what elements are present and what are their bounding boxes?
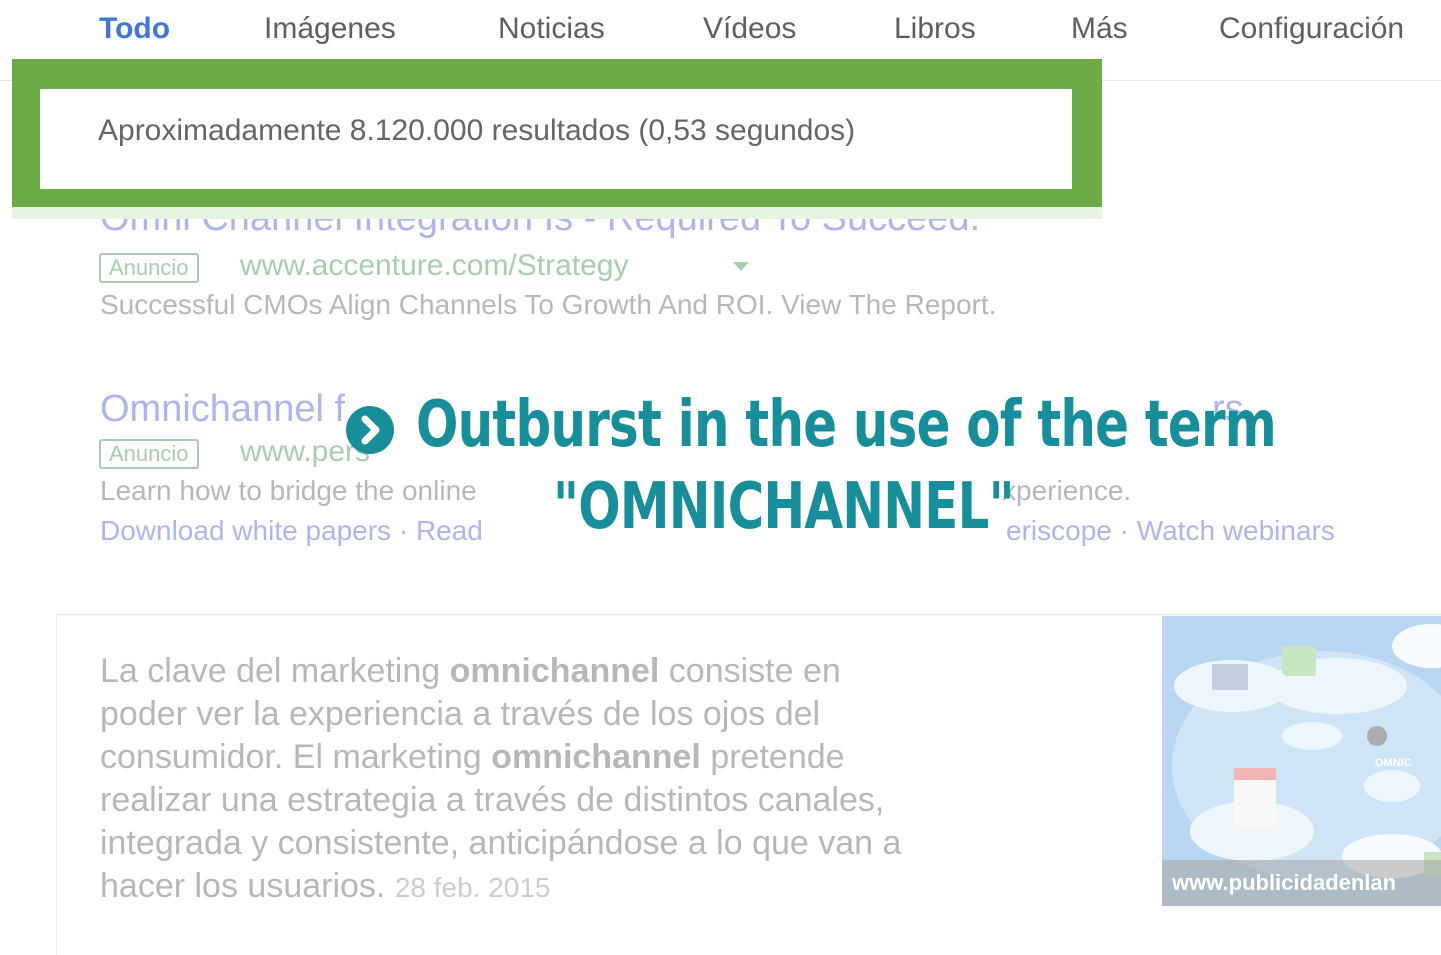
snippet-line: realizar una estrategia a través de dist… bbox=[100, 779, 1120, 822]
tab-mas[interactable]: Más bbox=[1071, 12, 1128, 46]
snippet-text-run: realizar una estrategia a través de dist… bbox=[100, 781, 885, 819]
tab-libros[interactable]: Libros bbox=[894, 12, 976, 46]
ad-description: Learn how to bridge the online bbox=[100, 475, 477, 506]
snippet-text-run: integrada y consistente, anticipándose a… bbox=[100, 824, 902, 862]
snippet-keyword: omnichannel bbox=[491, 738, 701, 776]
image-label: OMNIC bbox=[1375, 757, 1412, 769]
snippet-keyword: omnichannel bbox=[449, 652, 660, 690]
tab-noticias[interactable]: Noticias bbox=[498, 12, 605, 46]
ad-url[interactable]: www.accenture.com/Strategy bbox=[240, 249, 629, 283]
snippet-text-run: La clave del marketing bbox=[100, 652, 450, 690]
ad-title[interactable]: Omnichannel f bbox=[100, 388, 345, 431]
overlay-headline-line2: "OMNICHANNEL" bbox=[553, 470, 1015, 544]
snippet-line: poder ver la experiencia a través de los… bbox=[100, 693, 1120, 736]
snippet-text-run: consiste en bbox=[659, 652, 841, 690]
snippet-text-run: hacer los usuarios. bbox=[100, 867, 395, 905]
snippet-thumbnail[interactable]: OMNIC www.publicidadenlan bbox=[1162, 616, 1441, 906]
snippet-text: La clave del marketing omnichannel consi… bbox=[100, 650, 1120, 909]
tab-imagenes[interactable]: Imágenes bbox=[264, 12, 396, 46]
ad-badge: Anuncio bbox=[99, 253, 199, 283]
image-caption: www.publicidadenlan bbox=[1162, 860, 1441, 906]
tab-videos[interactable]: Vídeos bbox=[703, 12, 796, 46]
tab-configuracion[interactable]: Configuración bbox=[1219, 12, 1404, 46]
result-stats: Aproximadamente 8.120.000 resultados (0,… bbox=[98, 114, 856, 147]
ad-sitelinks-end[interactable]: eriscope · Watch webinars bbox=[1006, 515, 1335, 547]
snippet-text-run: poder ver la experiencia a través de los… bbox=[100, 695, 821, 733]
ad-description-end: xperience. bbox=[1002, 475, 1132, 506]
ad-badge: Anuncio bbox=[99, 439, 199, 469]
highlight-shadow bbox=[12, 207, 1102, 219]
dropdown-arrow-icon[interactable] bbox=[733, 262, 749, 271]
tab-todo[interactable]: Todo bbox=[99, 12, 170, 46]
snippet-text-run: consumidor. El marketing bbox=[100, 738, 492, 776]
snippet-line: consumidor. El marketing omnichannel pre… bbox=[100, 736, 1120, 779]
snippet-line: hacer los usuarios. 28 feb. 2015 bbox=[100, 865, 1120, 909]
ad-description: Successful CMOs Align Channels To Growth… bbox=[100, 289, 997, 320]
ad-sitelinks[interactable]: Download white papers · Read bbox=[100, 515, 483, 547]
snippet-text-run: pretende bbox=[700, 738, 845, 776]
snippet-date: 28 feb. 2015 bbox=[394, 872, 551, 903]
snippet-line: integrada y consistente, anticipándose a… bbox=[100, 822, 1120, 865]
chevron-right-circle-icon bbox=[346, 406, 394, 454]
overlay-headline-line1: Outburst in the use of the term bbox=[416, 388, 1277, 462]
snippet-line: La clave del marketing omnichannel consi… bbox=[100, 650, 1120, 693]
